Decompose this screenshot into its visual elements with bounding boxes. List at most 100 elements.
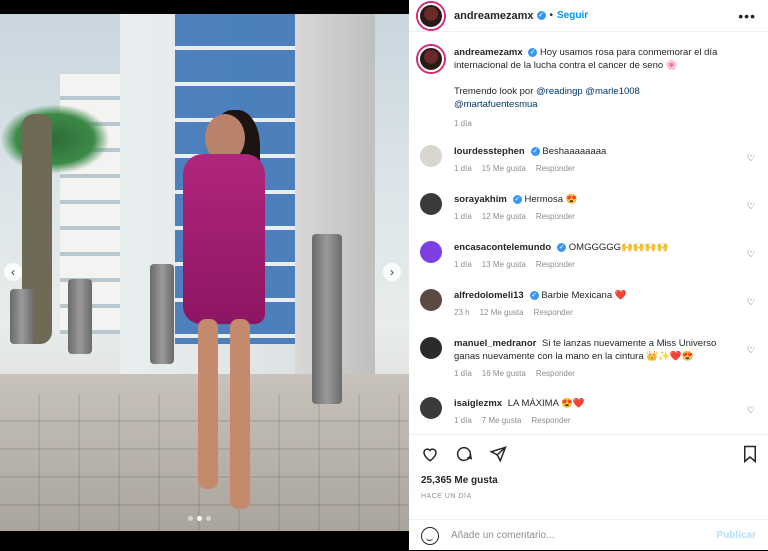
comment-likes[interactable]: 16 Me gusta [482,367,526,380]
comment-meta: 1 día 16 Me gusta Responder [454,367,734,380]
caption-username[interactable]: andreamezamx [454,47,523,58]
emoji-icon[interactable] [421,526,439,545]
comment-likes[interactable]: 12 Me gusta [482,210,526,223]
photo-model-leg [230,319,250,509]
chevron-left-icon[interactable]: ‹ [4,263,22,281]
reply-button[interactable]: Responder [534,306,573,319]
reply-button[interactable]: Responder [531,414,570,427]
reply-button[interactable]: Responder [536,258,575,271]
mention-link[interactable]: @marle1008 [585,86,640,97]
comment-username[interactable]: sorayakhim [454,194,507,205]
post-actions: 25,365 Me gusta HACE UN DÍA Publicar [409,434,768,550]
verified-badge-icon: ✓ [530,146,540,156]
comment-time: 1 día [454,260,472,269]
list-item: sorayakhim ✓ Hermosa 😍 1 día 12 Me gusta … [418,193,763,223]
comment-likes[interactable]: 15 Me gusta [482,162,526,175]
comment-body: alfredolomeli13 ✓ Barbie Mexicana ❤️ 23 h… [454,289,734,319]
list-item: isaiglezmx LA MÁXIMA 😍❤️ 1 día 7 Me gust… [418,397,763,427]
comment-time: 1 día [454,369,472,378]
verified-badge-icon: ✓ [536,11,546,20]
verified-badge-icon: ✓ [512,194,522,204]
action-icons [421,445,507,463]
comment-meta: 1 día 7 Me gusta Responder [454,414,734,427]
comment-heart-icon[interactable]: ♡ [747,297,755,308]
comment-likes[interactable]: 7 Me gusta [482,414,522,427]
avatar[interactable] [420,145,442,167]
comment-time: 1 día [454,212,472,221]
comment-heart-icon[interactable]: ♡ [747,153,755,164]
post-photo[interactable] [0,14,409,531]
caption-text-block: andreamezamx ✓ Hoy usamos rosa para conm… [454,46,754,130]
comment-likes[interactable]: 12 Me gusta [480,306,524,319]
mention-link[interactable]: @martafuentesmua [454,99,538,110]
carousel-dot-active [197,516,202,521]
caption-time: 1 día [454,119,472,128]
comment-text: OMGGGGG🙌🙌🙌🙌 [568,242,669,253]
post-header: andreamezamx ✓ • Seguir ••• [409,0,768,32]
comment-username[interactable]: lourdesstephen [454,146,525,157]
comment-username[interactable]: alfredolomeli13 [454,290,524,301]
comment-body: manuel_medranor Si te lanzas nuevamente … [454,337,734,380]
post-caption: andreamezamx ✓ Hoy usamos rosa para conm… [418,46,758,130]
avatar[interactable] [420,241,442,263]
reply-button[interactable]: Responder [536,162,575,175]
avatar[interactable] [420,397,442,419]
more-horizontal-icon[interactable]: ••• [738,8,756,24]
header-username[interactable]: andreamezamx [454,10,534,22]
list-item: encasacontelemundo ✓ OMGGGGG🙌🙌🙌🙌 1 día 13… [418,241,763,271]
comment-text: Hermosa 😍 [524,194,578,205]
comment-body: sorayakhim ✓ Hermosa 😍 1 día 12 Me gusta … [454,193,734,223]
chevron-right-icon[interactable]: › [383,263,401,281]
comment-heart-icon[interactable]: ♡ [747,201,755,212]
verified-badge-icon: ✓ [557,242,567,252]
reply-button[interactable]: Responder [536,367,575,380]
caption-credits-prefix: Tremendo look por [454,86,537,97]
heart-icon[interactable] [421,445,439,463]
comment-body: isaiglezmx LA MÁXIMA 😍❤️ 1 día 7 Me gust… [454,397,734,427]
comment-text: LA MÁXIMA 😍❤️ [507,398,585,409]
photo-bollard [312,234,342,404]
comment-username[interactable]: manuel_medranor [454,338,536,349]
avatar[interactable] [418,2,444,29]
carousel-dots [188,516,211,521]
comment-likes[interactable]: 13 Me gusta [482,258,526,271]
comment-heart-icon[interactable]: ♡ [747,345,755,356]
verified-badge-icon: ✓ [528,47,538,57]
carousel-dot [188,516,193,521]
photo-model-dress [183,154,265,324]
comment-time: 23 h [454,308,470,317]
avatar[interactable] [418,46,444,72]
bookmark-icon[interactable] [742,445,758,468]
comment-body: encasacontelemundo ✓ OMGGGGG🙌🙌🙌🙌 1 día 13… [454,241,734,271]
avatar[interactable] [420,337,442,359]
comment-time: 1 día [454,164,472,173]
post-media: ‹ › [0,0,409,550]
reply-button[interactable]: Responder [536,210,575,223]
comment-heart-icon[interactable]: ♡ [747,405,755,416]
comment-meta: 1 día 13 Me gusta Responder [454,258,734,271]
post-time: HACE UN DÍA [421,493,472,500]
list-item: alfredolomeli13 ✓ Barbie Mexicana ❤️ 23 h… [418,289,763,319]
comment-heart-icon[interactable]: ♡ [747,249,755,260]
comment-icon[interactable] [455,445,473,463]
avatar[interactable] [420,193,442,215]
publish-button[interactable]: Publicar [717,530,756,541]
comment-body: lourdesstephen ✓ Beshaaaaaaaa 1 día 15 Me… [454,145,734,175]
list-item: manuel_medranor Si te lanzas nuevamente … [418,337,763,380]
comment-username[interactable]: isaiglezmx [454,398,502,409]
comment-input[interactable] [451,530,711,541]
send-icon[interactable] [489,445,507,463]
likes-count[interactable]: 25,365 Me gusta [421,475,498,486]
separator-dot: • [549,10,554,21]
photo-bollard [150,264,174,364]
comment-username[interactable]: encasacontelemundo [454,242,551,253]
mention-link[interactable]: @readingp [536,86,583,97]
photo-bollard [68,279,92,354]
avatar[interactable] [420,289,442,311]
verified-badge-icon: ✓ [529,290,539,300]
comment-text: Barbie Mexicana ❤️ [541,290,627,301]
comment-meta: 1 día 12 Me gusta Responder [454,210,734,223]
instagram-post-modal: ‹ › andreamezamx ✓ • Seguir ••• andreame… [0,0,768,550]
comment-meta: 23 h 12 Me gusta Responder [454,306,734,319]
follow-button[interactable]: Seguir [557,10,588,21]
